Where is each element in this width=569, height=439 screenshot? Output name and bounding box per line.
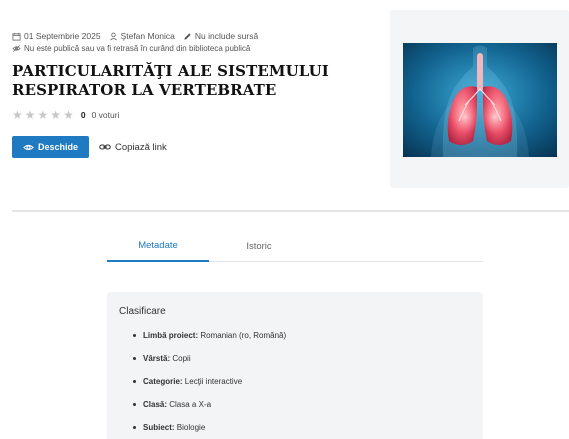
item-label: Vârstă:: [143, 354, 171, 363]
section-divider: [12, 210, 569, 212]
star-icon[interactable]: ★: [25, 109, 36, 121]
classification-panel: Clasificare Limbă proiect: Romanian (ro,…: [107, 292, 483, 439]
list-item: Clasă: Clasa a X-a: [133, 393, 471, 416]
lungs-image: [403, 43, 557, 157]
item-value: Romanian (ro, Română): [200, 331, 287, 340]
list-item: Vârstă: Copii: [133, 347, 471, 370]
item-label: Categorie:: [143, 377, 183, 386]
open-button-label: Deschide: [37, 142, 79, 152]
list-item: Subiect: Biologie: [133, 416, 471, 439]
copy-link-label: Copiază link: [115, 141, 167, 153]
publish-date: 01 Septembrie 2025: [24, 31, 101, 41]
tab-metadata[interactable]: Metadate: [107, 231, 209, 262]
item-label: Clasă:: [143, 400, 168, 409]
visibility-note-row: Nu este publică sau va fi retrasă în cur…: [12, 44, 250, 53]
eye-off-icon: [12, 44, 21, 53]
meta-row: 01 Septembrie 2025 Ştefan Monica Nu incl…: [12, 31, 258, 41]
source-meta: Nu include sursă: [183, 31, 258, 41]
item-value: Clasa a X-a: [169, 400, 212, 409]
star-icon[interactable]: ★: [50, 109, 61, 121]
thumbnail-card: [390, 10, 569, 188]
star-rating[interactable]: ★ ★ ★ ★ ★: [12, 109, 74, 121]
link-icon: [99, 141, 111, 153]
classification-list: Limbă proiect: Romanian (ro, Română) Vâr…: [119, 324, 471, 439]
item-value: Copii: [172, 354, 191, 363]
visibility-note: Nu este publică sau va fi retrasă în cur…: [24, 44, 251, 53]
rating-votes-label: 0 voturi: [91, 110, 120, 120]
item-label: Limbă proiect:: [143, 331, 199, 340]
eye-icon: [23, 142, 34, 153]
list-item: Limbă proiect: Romanian (ro, Română): [133, 324, 471, 347]
source-note: Nu include sursă: [194, 31, 259, 41]
author-meta: Ştefan Monica: [109, 31, 175, 41]
tab-history[interactable]: Istoric: [209, 231, 309, 262]
copy-link-button[interactable]: Copiază link: [99, 136, 167, 158]
author-name[interactable]: Ştefan Monica: [121, 31, 175, 41]
item-label: Subiect:: [143, 423, 175, 432]
list-item: Categorie: Lecţii interactive: [133, 370, 471, 393]
classification-title: Clasificare: [119, 306, 166, 317]
user-icon: [109, 32, 118, 41]
star-icon[interactable]: ★: [38, 109, 49, 121]
page-title: PARTICULARITĂŢI ALE SISTEMULUI RESPIRATO…: [12, 62, 329, 99]
rating: ★ ★ ★ ★ ★ 0 0 voturi: [12, 109, 119, 121]
open-button[interactable]: Deschide: [12, 136, 89, 158]
tab-bar: Metadate Istoric: [107, 231, 483, 262]
item-value: Lecţii interactive: [184, 377, 243, 386]
star-icon[interactable]: ★: [63, 109, 74, 121]
pencil-icon: [183, 32, 192, 41]
item-value: Biologie: [176, 423, 206, 432]
date-meta: 01 Septembrie 2025: [12, 31, 101, 41]
star-icon[interactable]: ★: [12, 109, 23, 121]
calendar-icon: [12, 32, 21, 41]
rating-count: 0: [80, 110, 86, 120]
